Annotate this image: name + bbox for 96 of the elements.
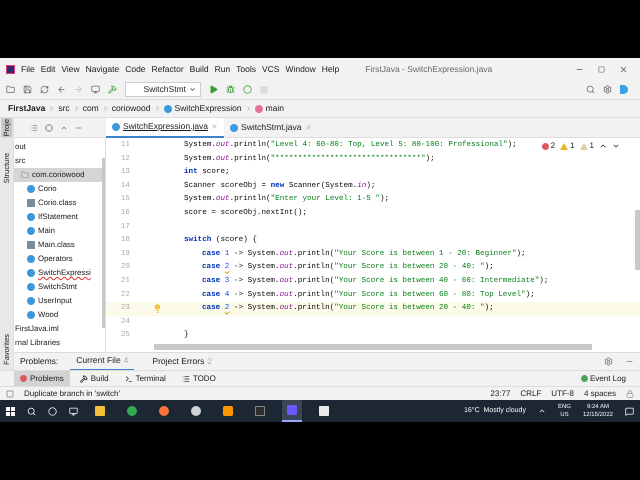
class-icon: [27, 185, 35, 193]
scrollbar[interactable]: [635, 210, 640, 270]
separator-icon: [72, 105, 80, 112]
app-icon: [287, 405, 297, 415]
folder-icon[interactable]: [6, 85, 15, 94]
scrollbar[interactable]: [102, 158, 105, 328]
breadcrumb[interactable]: SwitchExpression: [164, 102, 242, 115]
coverage-icon[interactable]: [243, 85, 252, 94]
view-options-icon[interactable]: [30, 124, 38, 132]
plugin-logo-icon[interactable]: [620, 85, 628, 94]
error-count[interactable]: 2: [542, 140, 556, 152]
breadcrumb[interactable]: com: [82, 102, 99, 115]
chevron-icon[interactable]: [538, 407, 546, 415]
error-icon: [20, 375, 27, 382]
method-icon: [254, 104, 263, 112]
file-encoding[interactable]: UTF-8: [551, 388, 574, 400]
save-icon[interactable]: [23, 85, 32, 94]
app-logo-icon: [6, 64, 15, 74]
hammer-icon[interactable]: [108, 85, 117, 94]
breadcrumb[interactable]: main: [254, 102, 284, 115]
app-icon: [191, 406, 201, 416]
window-title: FirstJava - SwitchExpression.java: [365, 62, 492, 76]
warning-count[interactable]: 1: [560, 140, 575, 152]
breadcrumb[interactable]: coriowood: [112, 102, 150, 115]
breadcrumb[interactable]: FirstJava: [8, 102, 46, 115]
error-icon: [542, 142, 549, 150]
back-icon[interactable]: [57, 85, 66, 94]
settings-icon[interactable]: [604, 357, 613, 366]
app-icon: [95, 406, 105, 416]
menu-item[interactable]: View: [61, 62, 80, 76]
problems-label: Problems:: [20, 355, 58, 368]
menu-item[interactable]: Window: [285, 62, 316, 76]
tool-window-tab[interactable]: Build: [74, 371, 115, 386]
refresh-icon[interactable]: [40, 85, 49, 94]
separator-icon: [244, 105, 252, 112]
notification-icon[interactable]: [625, 406, 634, 416]
run-configuration-dropdown[interactable]: SwitchStmt: [125, 82, 201, 97]
event-log-button[interactable]: Event Log: [580, 372, 626, 384]
task-view-icon[interactable]: [69, 406, 78, 416]
class-icon: [112, 122, 120, 130]
lock-icon[interactable]: [626, 390, 634, 398]
circle-icon[interactable]: [48, 406, 57, 416]
class-file-icon: [27, 199, 35, 207]
close-icon[interactable]: [619, 64, 628, 74]
terminal-icon: [124, 374, 133, 382]
menu-item[interactable]: Edit: [40, 62, 56, 76]
scope-tab[interactable]: Current File 4: [70, 352, 134, 370]
status-message: Duplicate branch in 'switch': [24, 388, 120, 400]
locate-icon[interactable]: [45, 124, 53, 132]
menu-item[interactable]: Build: [190, 62, 209, 76]
indent-setting[interactable]: 4 spaces: [584, 388, 616, 400]
menu-item[interactable]: Refactor: [152, 62, 184, 76]
menu-item[interactable]: Navigate: [86, 62, 120, 76]
menu-item[interactable]: Run: [214, 62, 230, 76]
class-icon: [164, 104, 172, 112]
next-icon[interactable]: [612, 142, 620, 150]
class-icon: [230, 124, 238, 132]
app-icon: [223, 406, 233, 416]
separator-icon: [102, 105, 109, 112]
app-icon: [255, 406, 265, 416]
menu-item[interactable]: VCS: [262, 62, 280, 76]
debug-icon[interactable]: [226, 85, 235, 94]
menu-item[interactable]: Tools: [236, 62, 256, 76]
caret-position[interactable]: 23:77: [490, 388, 510, 400]
panel-toggle-icon[interactable]: [6, 390, 14, 398]
breadcrumb[interactable]: src: [58, 102, 70, 115]
scope-tab[interactable]: Project Errors 2: [146, 352, 218, 370]
hammer-icon: [80, 374, 88, 382]
weak-warning-icon: [580, 142, 588, 150]
tool-window-tab[interactable]: Problems: [14, 371, 70, 386]
menu-item[interactable]: File: [21, 62, 35, 76]
settings-icon[interactable]: [603, 85, 612, 94]
scrollbar[interactable]: [154, 344, 592, 350]
editor-tab[interactable]: SwitchStmt.java: [224, 118, 318, 138]
separator-icon: [48, 105, 56, 112]
class-file-icon: [27, 241, 35, 249]
line-separator[interactable]: CRLF: [520, 388, 542, 400]
tool-window-tab[interactable]: Terminal: [118, 371, 172, 386]
warning-icon: [560, 142, 568, 150]
start-icon[interactable]: [6, 406, 15, 416]
separator-icon: [154, 105, 160, 112]
editor-tab[interactable]: SwitchExpression.java: [106, 118, 224, 138]
menu-item[interactable]: Code: [125, 62, 146, 76]
app-icon: [127, 406, 137, 416]
app-icon: [319, 406, 329, 416]
menu-item[interactable]: Help: [322, 62, 340, 76]
folder-icon: [21, 171, 29, 179]
tool-window-tab[interactable]: TODO: [176, 371, 222, 386]
caret-icon: [189, 86, 196, 93]
previous-icon[interactable]: [599, 142, 607, 150]
app-icon: [159, 406, 169, 416]
weak-warning-count[interactable]: 1: [580, 140, 594, 152]
run-icon[interactable]: [209, 85, 218, 94]
maximize-icon[interactable]: [598, 66, 605, 72]
event-log-icon: [580, 375, 588, 382]
list-icon: [182, 374, 190, 382]
